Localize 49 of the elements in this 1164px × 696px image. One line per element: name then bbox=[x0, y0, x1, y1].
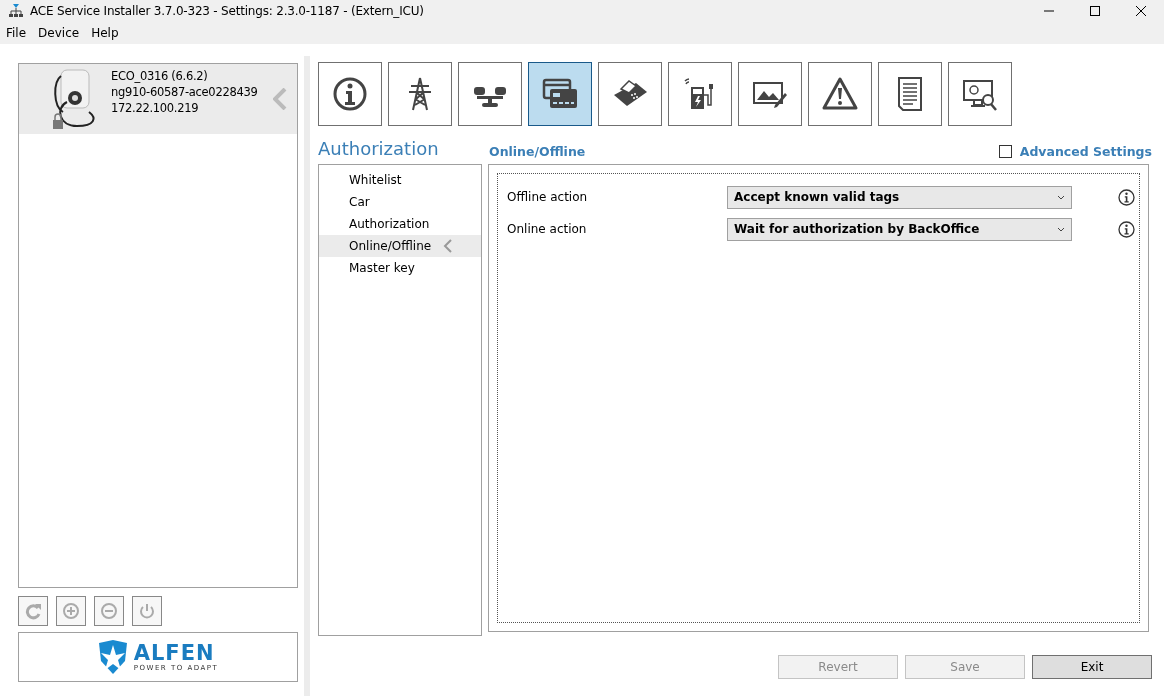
balance-scale-tab[interactable] bbox=[458, 62, 522, 126]
device-serial: ng910-60587-ace0228439 bbox=[111, 84, 258, 100]
chevron-icon bbox=[443, 239, 453, 253]
power-pylon-tab[interactable] bbox=[388, 62, 452, 126]
window-title: ACE Service Installer 3.7.0-323 - Settings: 2.3.0-1187 - (Extern_ICU) bbox=[30, 4, 425, 18]
menu-item[interactable]: Help bbox=[85, 26, 125, 40]
page-title: Online/Offline bbox=[489, 144, 587, 160]
subnav-item[interactable]: Authorization bbox=[319, 213, 481, 235]
image-edit-tab[interactable] bbox=[738, 62, 802, 126]
warning-icon bbox=[821, 75, 859, 113]
info-icon bbox=[331, 75, 369, 113]
warning-tab[interactable] bbox=[808, 62, 872, 126]
info-icon[interactable] bbox=[1118, 188, 1135, 206]
add-icon bbox=[62, 602, 80, 620]
subnav-item[interactable]: Online/Offline bbox=[319, 235, 481, 257]
action-button[interactable]: Exit bbox=[1032, 655, 1152, 679]
close-icon bbox=[1136, 6, 1146, 16]
menu-item[interactable]: Device bbox=[32, 26, 86, 40]
subnav-item[interactable]: Whitelist bbox=[319, 169, 481, 191]
remove-icon bbox=[100, 602, 118, 620]
dropdown[interactable]: Accept known valid tags bbox=[727, 185, 1072, 209]
menu-item[interactable]: File bbox=[0, 26, 33, 40]
dropdown[interactable]: Wait for authorization by BackOffice bbox=[727, 217, 1072, 241]
chevron-icon bbox=[273, 88, 287, 110]
device-ip: 172.22.100.219 bbox=[111, 100, 200, 116]
document-tab[interactable] bbox=[878, 62, 942, 126]
refresh-icon bbox=[24, 602, 42, 620]
info-tab[interactable] bbox=[318, 62, 382, 126]
maximize-icon bbox=[1090, 6, 1100, 16]
setting-label: Online action bbox=[506, 222, 588, 236]
info-icon[interactable] bbox=[1118, 220, 1135, 238]
charging-station-tab[interactable] bbox=[668, 62, 732, 126]
subnav-item[interactable]: Car bbox=[319, 191, 481, 213]
advanced-settings-label[interactable]: Advanced Settings bbox=[1019, 144, 1152, 159]
card-terminal-tab[interactable] bbox=[598, 62, 662, 126]
credit-cards-tab[interactable] bbox=[528, 62, 592, 126]
subnav-item[interactable]: Master key bbox=[319, 257, 481, 279]
advanced-settings-checkbox[interactable] bbox=[998, 145, 1012, 158]
caret-icon bbox=[1057, 226, 1065, 232]
monitor-search-tab[interactable] bbox=[948, 62, 1012, 126]
logo-wordmark: ALFEN bbox=[133, 642, 215, 664]
device-card[interactable]: ECO_0316 (6.6.2) ng910-60587-ace0228439 172.22.100.219 bbox=[19, 64, 297, 134]
power-icon bbox=[138, 602, 156, 620]
app-icon bbox=[8, 3, 24, 19]
setting-label: Offline action bbox=[506, 190, 589, 204]
section-title: Authorization bbox=[318, 138, 440, 160]
caret-icon bbox=[1057, 194, 1065, 200]
device-name: ECO_0316 (6.6.2) bbox=[111, 68, 209, 84]
shield-logo-icon bbox=[97, 640, 128, 674]
